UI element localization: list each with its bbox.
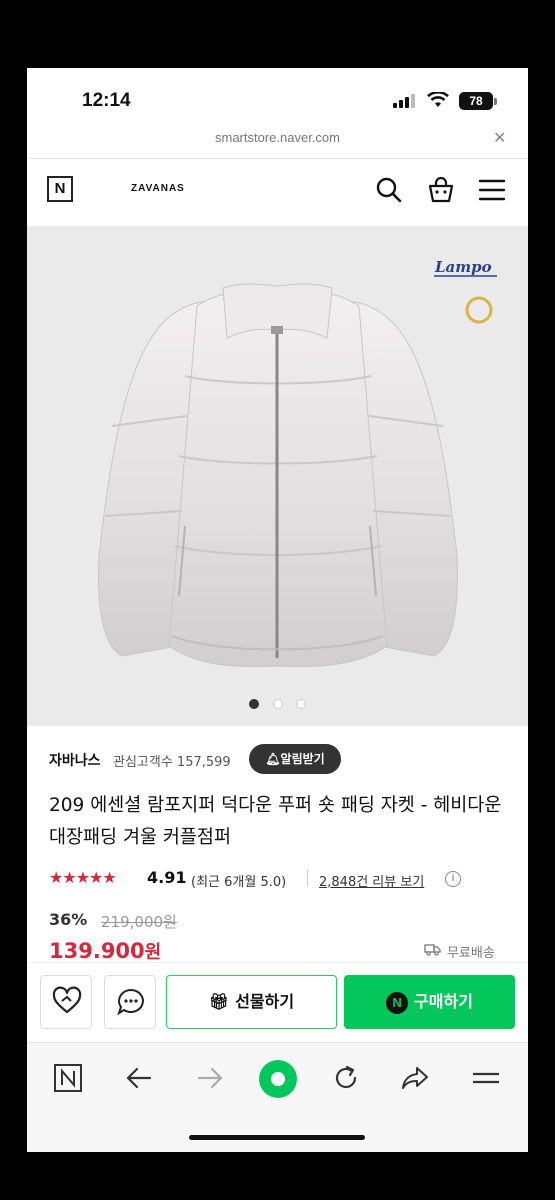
url-text[interactable]: smartstore.naver.com xyxy=(27,130,528,145)
buy-button-label: 구매하기 xyxy=(414,992,473,1011)
shipping-label: 무료배송 xyxy=(447,946,495,961)
rating-score: 4.91 xyxy=(147,868,187,887)
gift-button[interactable]: 🎁︎ 선물하기 xyxy=(166,975,337,1029)
buy-button[interactable]: N 구매하기 xyxy=(344,975,515,1029)
store-name[interactable]: 자바나스 xyxy=(49,750,101,770)
status-time: 12:14 xyxy=(82,90,131,111)
truck-icon xyxy=(424,944,441,956)
wishlist-button[interactable] xyxy=(40,975,92,1029)
purchase-action-bar: 🎁︎ 선물하기 N 구매하기 xyxy=(27,962,528,1043)
naver-home-icon[interactable] xyxy=(53,1063,83,1093)
battery-icon xyxy=(494,98,497,105)
forward-arrow-icon[interactable] xyxy=(195,1063,225,1093)
more-menu-icon[interactable] xyxy=(471,1063,501,1093)
heart-icon xyxy=(52,986,82,1014)
store-brand-name[interactable]: ZAVANAS xyxy=(131,183,185,194)
image-pagination[interactable] xyxy=(27,694,528,713)
sale-price: 139.900원 xyxy=(49,938,161,964)
menu-icon[interactable] xyxy=(479,176,505,204)
divider xyxy=(307,870,308,886)
address-bar[interactable]: smartstore.naver.com ✕ xyxy=(27,126,528,159)
search-icon[interactable] xyxy=(375,176,403,204)
pagination-dot-2[interactable] xyxy=(272,699,283,709)
browser-toolbar xyxy=(27,1042,528,1152)
battery-level: 78 xyxy=(459,92,493,110)
original-price: 219,000원 xyxy=(101,913,177,931)
product-image[interactable]: Lampo xyxy=(27,226,528,726)
signal-icon xyxy=(393,94,415,108)
status-bar: 12:14 78 xyxy=(27,68,528,126)
gift-button-label: 선물하기 xyxy=(235,992,295,1011)
followers-count: 관심고객수 157,599 xyxy=(113,755,231,770)
store-info: 자바나스 관심고객수 157,599 🔔︎알림받기 xyxy=(49,744,509,774)
pagination-dot-1[interactable] xyxy=(249,699,260,709)
info-icon[interactable]: i xyxy=(445,871,461,887)
alarm-button[interactable]: 🔔︎알림받기 xyxy=(249,744,341,774)
reviews-link[interactable]: 2,848건 리뷰 보기 xyxy=(319,871,424,890)
alarm-button-label: 알림받기 xyxy=(280,752,325,766)
lampo-logo: Lampo xyxy=(434,258,497,277)
naver-logo[interactable]: N xyxy=(47,176,73,202)
sale-price-value: 139.900 xyxy=(49,939,145,963)
store-header: N ZAVANAS xyxy=(27,158,528,226)
refresh-icon[interactable] xyxy=(331,1063,361,1093)
back-arrow-icon[interactable] xyxy=(124,1063,154,1093)
home-indicator xyxy=(189,1135,365,1140)
chat-icon xyxy=(117,988,144,1016)
cart-icon[interactable] xyxy=(427,176,455,204)
close-icon[interactable]: ✕ xyxy=(493,128,506,147)
jacket-illustration: Lampo xyxy=(98,258,497,668)
wifi-icon xyxy=(427,92,449,107)
recent-rating: (최근 6개월 5.0) xyxy=(191,875,287,890)
rating-stars: ★★★★★ xyxy=(49,868,117,887)
discount-rate: 36% xyxy=(49,910,88,929)
svg-text:Lampo: Lampo xyxy=(434,258,492,276)
green-dot-icon[interactable] xyxy=(258,1059,298,1099)
pagination-dot-3[interactable] xyxy=(295,699,306,709)
gold-emblem-icon xyxy=(465,296,493,324)
gift-icon: 🎁︎ xyxy=(208,992,230,1011)
phone-screen: 12:14 78 smartstore.naver.com ✕ N ZAVANA… xyxy=(27,68,528,1152)
rating-row: ★★★★★ 4.91 (최근 6개월 5.0) 2,848건 리뷰 보기 i xyxy=(49,868,509,892)
naverpay-badge: N xyxy=(386,991,409,1014)
talk-button[interactable] xyxy=(104,975,156,1029)
price-unit: 원 xyxy=(144,942,162,963)
product-title: 209 에센셜 람포지퍼 덕다운 푸퍼 숏 패딩 자켓 - 헤비다운 대장패딩 … xyxy=(49,795,502,848)
bell-icon: 🔔︎ xyxy=(265,752,281,766)
share-icon[interactable] xyxy=(400,1063,430,1093)
